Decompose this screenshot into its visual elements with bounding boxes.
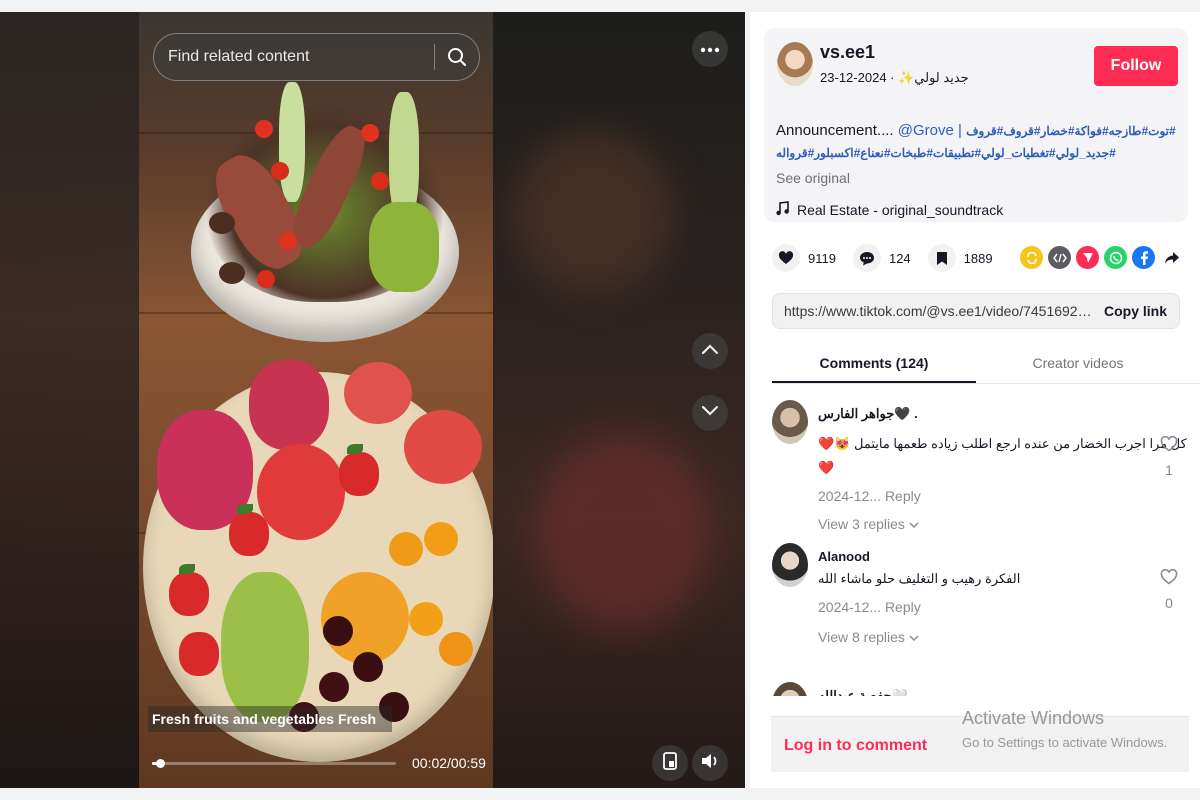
- more-icon: [700, 40, 720, 58]
- comment-author[interactable]: حفصة عبدالله🤍: [818, 688, 908, 696]
- whatsapp-icon[interactable]: [1104, 246, 1127, 269]
- hashtags[interactable]: جديد_لولي#تغطيات_لولي#تطبيقات#طبخات#نعنا…: [776, 146, 1181, 160]
- comment-like-button[interactable]: [1159, 568, 1179, 590]
- picture-in-picture-button[interactable]: [652, 745, 688, 781]
- sound-title: Real Estate - original_soundtrack: [797, 202, 1004, 218]
- search-placeholder: Find related content: [168, 48, 310, 65]
- search-icon[interactable]: [435, 35, 479, 79]
- like-count: 9119: [808, 250, 836, 266]
- login-to-comment-link[interactable]: Log in to comment: [784, 737, 927, 755]
- activate-windows-watermark: Activate Windows Go to Settings to activ…: [962, 708, 1167, 750]
- comment-meta[interactable]: 2024-12... Reply: [818, 488, 921, 504]
- tab-creator-videos[interactable]: Creator videos: [976, 342, 1180, 383]
- share-arrow-icon[interactable]: [1160, 246, 1183, 269]
- comment-like-count: 0: [1165, 595, 1173, 611]
- view-replies-label: View 3 replies: [818, 516, 905, 532]
- volume-button[interactable]: [692, 745, 728, 781]
- tab-comments[interactable]: Comments (124): [772, 342, 976, 383]
- avatar[interactable]: [772, 543, 808, 587]
- related-search-input[interactable]: Find related content: [153, 33, 480, 81]
- follow-button[interactable]: Follow: [1094, 46, 1178, 86]
- video-player[interactable]: Find related content Fresh fruits and ve…: [0, 12, 745, 788]
- bookmark-icon[interactable]: [927, 244, 956, 272]
- like-stat[interactable]: 9119: [772, 244, 836, 272]
- share-link-field[interactable]: https://www.tiktok.com/@vs.ee1/video/745…: [772, 293, 1180, 329]
- comment-item: Alanood الفكرة رهيب و التغليف حلو ماشاء …: [772, 543, 1192, 663]
- see-original-link[interactable]: See original: [776, 170, 850, 186]
- heart-outline-icon: [1160, 568, 1178, 589]
- share-icons: [1020, 246, 1183, 269]
- post-info-card: vs.ee1 جديد لولي✨ · 2024-12-23 Follow An…: [764, 28, 1188, 222]
- comment-text: كل مرا اجرب الخضار من عنده ارجع اطلب زيا…: [818, 436, 1187, 451]
- save-stat[interactable]: 1889: [927, 244, 993, 272]
- view-replies-button[interactable]: View 3 replies: [818, 516, 919, 532]
- repost-icon[interactable]: [1020, 246, 1043, 269]
- engagement-row: 9119 124 1889: [772, 242, 1010, 274]
- panel-tabs: Comments (124) Creator videos: [772, 342, 1200, 384]
- app-frame: Find related content Fresh fruits and ve…: [0, 0, 1200, 800]
- save-count: 1889: [963, 250, 993, 266]
- heart-outline-icon: [1160, 435, 1178, 456]
- video-frame[interactable]: [139, 12, 493, 788]
- next-video-button[interactable]: [692, 395, 728, 431]
- watermark-subtitle: Go to Settings to activate Windows.: [962, 735, 1168, 750]
- comment-count: 124: [888, 250, 911, 266]
- comment-stat[interactable]: 124: [852, 244, 911, 272]
- comment-list[interactable]: جواهر الفارس🖤 . كل مرا اجرب الخضار من عن…: [772, 400, 1192, 696]
- sound-link[interactable]: Real Estate - original_soundtrack: [776, 201, 1003, 219]
- copy-link-button[interactable]: Copy link: [1092, 303, 1179, 319]
- chevron-up-icon: [701, 342, 719, 360]
- embed-icon[interactable]: [1048, 246, 1071, 269]
- facebook-icon[interactable]: [1132, 246, 1155, 269]
- share-link-url[interactable]: https://www.tiktok.com/@vs.ee1/video/745…: [773, 303, 1092, 319]
- view-replies-button[interactable]: View 8 replies: [818, 629, 919, 645]
- view-replies-label: View 8 replies: [818, 629, 905, 645]
- comment-text-continued: ❤️: [818, 460, 835, 475]
- description-text: Announcement....: [776, 122, 894, 139]
- send-icon[interactable]: [1076, 246, 1099, 269]
- username[interactable]: vs.ee1: [820, 42, 875, 63]
- avatar[interactable]: [772, 400, 808, 444]
- hashtags[interactable]: توت#طازجه#فواكة#خضار#قروف#قروف#: [966, 124, 1176, 138]
- details-panel: vs.ee1 جديد لولي✨ · 2024-12-23 Follow An…: [750, 12, 1200, 788]
- comment-item: جواهر الفارس🖤 . كل مرا اجرب الخضار من عن…: [772, 400, 1192, 540]
- more-options-button[interactable]: [692, 31, 728, 67]
- comment-like-button[interactable]: [1159, 435, 1179, 457]
- previous-video-button[interactable]: [692, 333, 728, 369]
- chevron-down-icon: [701, 404, 719, 422]
- comment-meta[interactable]: 2024-12... Reply: [818, 599, 921, 615]
- video-caption: Fresh fruits and vegetables Fresh: [148, 706, 392, 732]
- volume-icon: [700, 752, 720, 775]
- chevron-down-icon: [909, 629, 919, 645]
- music-note-icon: [776, 201, 789, 219]
- heart-icon[interactable]: [772, 244, 800, 272]
- comment-author[interactable]: Alanood: [818, 549, 870, 564]
- comment-like-count: 1: [1165, 462, 1173, 478]
- video-blur-left: [0, 12, 139, 788]
- mention-link[interactable]: @Grove |: [898, 122, 962, 139]
- avatar[interactable]: [777, 42, 813, 86]
- chevron-down-icon: [909, 516, 919, 532]
- video-progress-bar[interactable]: [152, 759, 396, 768]
- pip-icon: [663, 751, 677, 775]
- comment-item: حفصة عبدالله🤍: [772, 682, 1192, 696]
- video-time: 00:02/00:59: [412, 755, 486, 771]
- watermark-title: Activate Windows: [962, 708, 1105, 728]
- comment-icon[interactable]: [852, 244, 881, 272]
- comment-text: الفكرة رهيب و التغليف حلو ماشاء الله: [818, 571, 1021, 586]
- comment-author[interactable]: جواهر الفارس🖤 .: [818, 406, 918, 422]
- post-description: Announcement.... @Grove | توت#طازجه#فواك…: [776, 122, 1181, 139]
- avatar[interactable]: [772, 682, 808, 696]
- post-subline: جديد لولي✨ · 2024-12-23: [820, 70, 969, 85]
